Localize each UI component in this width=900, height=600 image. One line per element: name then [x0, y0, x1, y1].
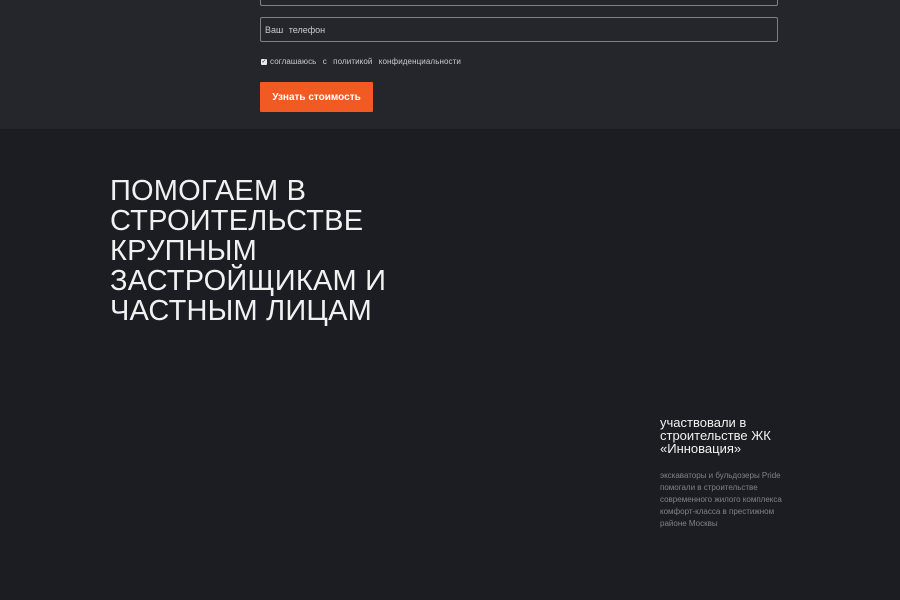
project-description: экскаваторы и бульдозеры Pride помогали … [660, 471, 782, 528]
contact-form-section: ✓ соглашаюсь с политикой конфиденциально… [0, 0, 900, 129]
consent-row[interactable]: ✓ соглашаюсь с политикой конфиденциально… [261, 57, 461, 66]
page: ✓ соглашаюсь с политикой конфиденциально… [0, 0, 900, 600]
phone-field[interactable] [261, 18, 777, 41]
consent-label: соглашаюсь с политикой конфиденциальност… [270, 57, 461, 66]
project-title: участвовали в строительстве ЖК «Инноваци… [660, 415, 771, 456]
phone-field-wrapper [260, 17, 778, 42]
get-price-button[interactable]: Узнать стоимость [260, 82, 373, 112]
hero-heading: ПОМОГАЕМ В СТРОИТЕЛЬСТВЕ КРУПНЫМ ЗАСТРОЙ… [110, 175, 387, 327]
name-field[interactable] [260, 0, 778, 6]
consent-checkbox[interactable]: ✓ [261, 58, 267, 65]
